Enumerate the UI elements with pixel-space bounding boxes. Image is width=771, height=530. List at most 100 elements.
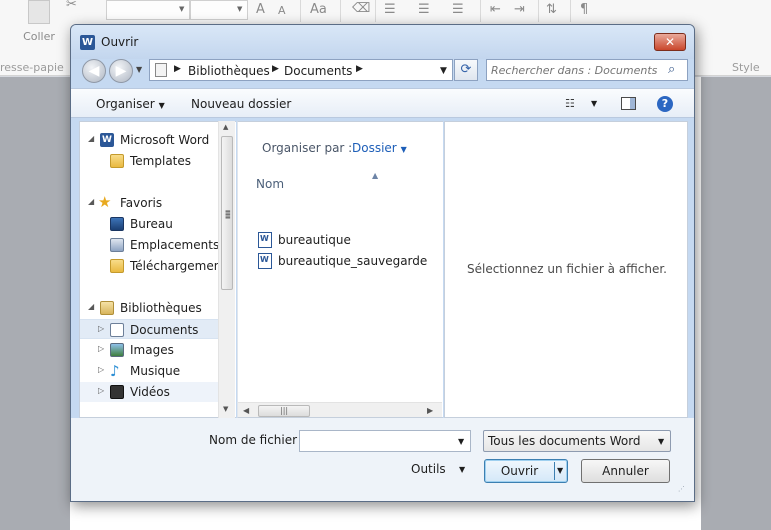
filetype-value: Tous les documents Word <box>488 434 641 448</box>
ribbon-separator <box>375 0 376 22</box>
videos-icon <box>110 385 124 399</box>
breadcrumb-documents[interactable]: Documents <box>284 64 352 78</box>
arrange-by-label: Organiser par : <box>262 141 353 155</box>
resize-grip-icon[interactable]: ⋰ <box>678 486 685 493</box>
paste-button[interactable]: Coller <box>14 0 64 46</box>
arrange-by-dropdown[interactable]: Dossier ▼ <box>352 141 407 155</box>
preview-pane: Sélectionnez un fichier à afficher. <box>444 121 688 418</box>
preview-message: Sélectionnez un fichier à afficher. <box>466 262 667 276</box>
address-bar[interactable]: ▶ Bibliothèques ▶ Documents ▶ ▼ <box>149 59 453 81</box>
tools-dropdown-icon[interactable]: ▼ <box>459 465 465 474</box>
increase-indent-icon[interactable]: ⇥ <box>514 2 525 17</box>
nav-item-templates[interactable]: Templates <box>80 151 219 171</box>
ribbon-separator <box>570 0 571 22</box>
collapsed-arrow-icon[interactable]: ▷ <box>98 344 104 353</box>
forward-button[interactable]: ▶ <box>109 59 133 83</box>
search-icon[interactable]: ⌕ <box>668 62 675 77</box>
nav-vertical-scrollbar[interactable]: ▲ ▬ ▬ ▬ ▼ <box>218 121 235 418</box>
close-button[interactable]: ✕ <box>654 33 686 51</box>
open-dialog: W Ouvrir ✕ ◀ ▶ ▼ ▶ Bibliothèques ▶ Docum… <box>70 24 695 502</box>
expanded-arrow-icon[interactable]: ◢ <box>88 302 94 311</box>
nav-item-telechargements[interactable]: Téléchargements <box>80 256 219 276</box>
scrollbar-thumb[interactable]: ||| <box>258 405 310 417</box>
open-options-dropdown-icon[interactable]: ▼ <box>557 466 563 475</box>
tools-button[interactable]: Outils <box>411 462 446 476</box>
expanded-arrow-icon[interactable]: ◢ <box>88 134 94 143</box>
chevron-down-icon: ▼ <box>237 5 243 13</box>
column-header-name[interactable]: Nom ▲ <box>252 171 430 197</box>
preview-pane-icon[interactable] <box>621 97 636 110</box>
collapsed-arrow-icon[interactable]: ▷ <box>98 386 104 395</box>
cancel-button[interactable]: Annuler <box>581 459 670 483</box>
breadcrumb-separator-icon[interactable]: ▶ <box>272 64 279 74</box>
arrange-by-value: Dossier <box>352 141 397 155</box>
font-name-box[interactable]: ▼ <box>106 0 190 20</box>
open-label: Ouvrir <box>500 464 539 478</box>
breadcrumb-bibliotheques[interactable]: Bibliothèques <box>188 64 270 78</box>
search-input[interactable] <box>491 62 661 78</box>
word-document-icon <box>258 253 272 269</box>
address-dropdown-icon[interactable]: ▼ <box>440 66 447 76</box>
expanded-arrow-icon[interactable]: ◢ <box>88 197 94 206</box>
view-options-icon[interactable]: ☷ <box>565 97 575 110</box>
refresh-icon: ⟳ <box>460 62 472 77</box>
nav-item-musique[interactable]: ▷ ♪ Musique <box>80 361 219 381</box>
breadcrumb-separator-icon[interactable]: ▶ <box>356 64 363 74</box>
bullets-icon[interactable]: ☰ <box>384 2 396 17</box>
paragraph-mark-icon[interactable]: ¶ <box>580 2 588 17</box>
ribbon-separator <box>300 0 301 22</box>
back-button[interactable]: ◀ <box>82 59 106 83</box>
help-icon[interactable]: ? <box>657 96 673 112</box>
nav-item-emplacements-recents[interactable]: Emplacements ré <box>80 235 219 255</box>
ribbon-separator <box>480 0 481 22</box>
file-list-pane[interactable]: Organiser par : Dossier ▼ Nom ▲ bureauti… <box>237 121 443 418</box>
collapsed-arrow-icon[interactable]: ▷ <box>98 324 104 333</box>
new-folder-button[interactable]: Nouveau dossier <box>191 97 291 111</box>
navigation-pane[interactable]: ◢ W Microsoft Word Templates ◢ ★ Favoris… <box>79 121 236 418</box>
nav-item-favoris[interactable]: ◢ ★ Favoris <box>80 193 219 213</box>
recent-locations-dropdown[interactable]: ▼ <box>136 65 142 74</box>
numbering-icon[interactable]: ☰ <box>418 2 430 17</box>
dialog-titlebar[interactable]: W Ouvrir ✕ <box>71 25 694 59</box>
decrease-indent-icon[interactable]: ⇤ <box>490 2 501 17</box>
open-button[interactable]: Ouvrir ▼ <box>484 459 568 483</box>
file-row[interactable]: bureautique_sauvegarde <box>258 251 428 271</box>
forward-arrow-icon: ▶ <box>115 63 127 79</box>
scroll-up-icon[interactable]: ▲ <box>223 123 228 131</box>
word-icon: W <box>100 133 114 147</box>
refresh-button[interactable]: ⟳ <box>454 59 478 81</box>
nav-item-documents[interactable]: ▷ Documents <box>80 319 219 339</box>
file-horizontal-scrollbar[interactable]: ◀ ||| ▶ <box>238 402 442 417</box>
font-size-box[interactable]: ▼ <box>190 0 248 20</box>
nav-item-label: Téléchargements <box>130 259 219 273</box>
collapsed-arrow-icon[interactable]: ▷ <box>98 365 104 374</box>
scroll-down-icon[interactable]: ▼ <box>223 405 228 413</box>
nav-item-bibliotheques[interactable]: ◢ Bibliothèques <box>80 298 219 318</box>
chevron-down-icon: ▼ <box>658 437 665 446</box>
filename-combobox[interactable]: ▼ <box>299 430 471 452</box>
nav-item-bureau[interactable]: Bureau <box>80 214 219 234</box>
filename-input[interactable] <box>303 433 448 449</box>
sort-icon[interactable]: ⇅ <box>546 2 557 17</box>
scrollbar-thumb[interactable]: ▬ ▬ ▬ <box>221 136 233 290</box>
view-dropdown-icon[interactable]: ▼ <box>591 99 597 108</box>
chevron-down-icon[interactable]: ▼ <box>458 437 464 446</box>
grow-font-icon[interactable]: A <box>256 2 265 17</box>
organize-button[interactable]: Organiser ▼ <box>96 97 165 111</box>
nav-item-microsoft-word[interactable]: ◢ W Microsoft Word <box>80 130 219 150</box>
scroll-right-icon[interactable]: ▶ <box>427 406 433 415</box>
file-row[interactable]: bureautique <box>258 230 428 250</box>
shrink-font-icon[interactable]: A <box>278 4 286 17</box>
search-box[interactable]: ⌕ <box>486 59 688 81</box>
breadcrumb-separator-icon[interactable]: ▶ <box>174 64 181 74</box>
command-bar: Organiser ▼ Nouveau dossier ☷ ▼ ? <box>71 88 694 118</box>
clear-format-icon[interactable]: ⌫ <box>352 1 370 16</box>
multilevel-list-icon[interactable]: ☰ <box>452 2 464 17</box>
scroll-left-icon[interactable]: ◀ <box>243 406 249 415</box>
change-case-icon[interactable]: Aa <box>310 2 327 17</box>
nav-item-videos[interactable]: ▷ Vidéos <box>80 382 219 402</box>
scissors-icon[interactable]: ✂ <box>66 0 77 12</box>
filetype-select[interactable]: Tous les documents Word ▼ <box>483 430 671 452</box>
nav-item-images[interactable]: ▷ Images <box>80 340 219 360</box>
folder-icon <box>110 154 124 168</box>
